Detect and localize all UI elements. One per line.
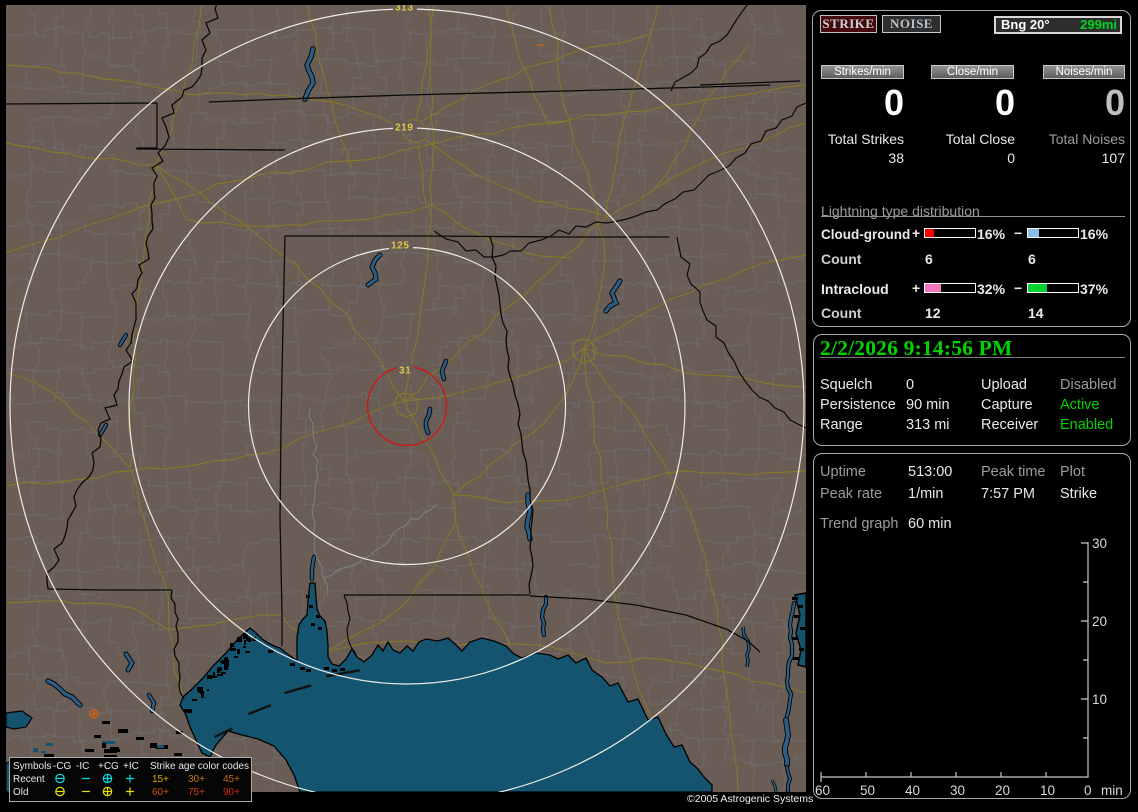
svg-text:219: 219 [395, 123, 414, 134]
svg-text:10: 10 [1040, 783, 1055, 798]
svg-text:15+: 15+ [152, 774, 169, 785]
svg-text:60+: 60+ [152, 787, 169, 798]
svg-text:40: 40 [905, 783, 920, 798]
svg-text:Symbols: Symbols [13, 761, 51, 772]
svg-text:20: 20 [995, 783, 1010, 798]
svg-text:Strike age color codes: Strike age color codes [150, 761, 249, 772]
svg-text:60: 60 [815, 783, 830, 798]
svg-text:30: 30 [1092, 536, 1107, 551]
svg-text:+IC: +IC [123, 761, 139, 772]
svg-text:30+: 30+ [188, 774, 205, 785]
svg-text:30: 30 [950, 783, 965, 798]
svg-text:50: 50 [860, 783, 875, 798]
svg-text:75+: 75+ [188, 787, 205, 798]
svg-text:125: 125 [391, 241, 410, 252]
svg-text:10: 10 [1092, 692, 1107, 707]
svg-text:Old: Old [13, 787, 29, 798]
svg-text:-CG: -CG [53, 761, 72, 772]
svg-text:+CG: +CG [98, 761, 119, 772]
svg-text:45+: 45+ [223, 774, 240, 785]
svg-text:313: 313 [395, 5, 414, 14]
svg-text:20: 20 [1092, 614, 1107, 629]
svg-text:0: 0 [1084, 783, 1092, 798]
svg-text:min: min [1101, 783, 1123, 798]
svg-text:90+: 90+ [223, 787, 240, 798]
svg-text:-IC: -IC [76, 761, 89, 772]
svg-text:31: 31 [399, 366, 411, 377]
svg-text:Recent: Recent [13, 774, 45, 785]
